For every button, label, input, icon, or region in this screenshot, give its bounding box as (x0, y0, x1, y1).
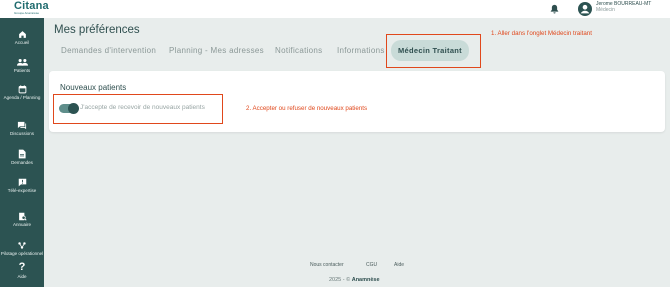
card-title: Nouveaux patients (60, 83, 127, 92)
sidebar-item-discussions[interactable]: Discussions (0, 121, 44, 136)
sidebar-item-label: Agenda / Planning (3, 95, 41, 100)
footer-link-contact[interactable]: Nous contacter (310, 262, 344, 268)
home-icon (18, 31, 26, 38)
app-logo[interactable]: Citana Groupe Anamnèse (14, 1, 49, 15)
sidebar-item-agenda[interactable]: Agenda / Planning (0, 85, 44, 100)
directory-icon (18, 212, 27, 221)
footer-link-aide[interactable]: Aide (394, 262, 404, 268)
top-bar: Citana Groupe Anamnèse Jerome BOURREAU-M… (0, 0, 670, 18)
sidebar-item-demandes[interactable]: Demandes (0, 149, 44, 165)
sidebar-item-label: Patients (13, 68, 31, 73)
help-icon: ? (18, 261, 26, 273)
avatar-icon[interactable] (578, 2, 592, 16)
sidebar-item-pilotage[interactable]: Pilotage opérationnel (0, 241, 44, 256)
user-role: Médecin (596, 6, 615, 13)
footer-link-cgu[interactable]: CGU (366, 262, 377, 268)
sidebar-item-label: Aide (17, 274, 27, 279)
sidebar-item-tele-expertise[interactable]: Télé-expertise (0, 178, 44, 193)
sidebar-item-accueil[interactable]: Accueil (0, 30, 44, 45)
footer-copyright: 2025 - © Anamnèse (329, 277, 380, 283)
sidebar-item-label: Télé-expertise (7, 188, 37, 193)
sidebar-item-label: Discussions (9, 131, 34, 136)
user-info[interactable]: Jerome BOURREAU-MT Médecin (596, 1, 651, 14)
copyright-brand[interactable]: Anamnèse (352, 277, 380, 283)
bell-icon[interactable] (550, 4, 559, 14)
logo-subtext: Groupe Anamnèse (14, 11, 40, 15)
tab-planning-adresses[interactable]: Planning - Mes adresses (169, 46, 264, 55)
sidebar-item-annuaire[interactable]: Annuaire (0, 212, 44, 227)
document-icon (18, 149, 26, 159)
tele-expertise-icon (18, 178, 26, 187)
patients-icon (16, 58, 28, 66)
sidebar-item-label: Accueil (14, 40, 30, 45)
tab-demandes-intervention[interactable]: Demandes d'intervention (61, 46, 156, 55)
copyright-text: 2025 - © (329, 277, 351, 283)
sidebar-item-label: Demandes (11, 160, 33, 165)
chat-icon (17, 121, 27, 130)
sidebar-item-aide[interactable]: ? Aide (0, 261, 44, 280)
tab-notifications[interactable]: Notifications (275, 46, 322, 55)
annotation-step-2: 2. Accepter ou refuser de nouveaux patie… (246, 105, 368, 112)
sidebar-item-label: Annuaire (12, 222, 31, 227)
tab-informations[interactable]: Informations (337, 46, 385, 55)
annotation-step-1: 1. Aller dans l'onglet Médecin traitant (491, 30, 592, 37)
page-title: Mes préférences (54, 24, 140, 36)
calendar-icon (18, 85, 26, 94)
sidebar-item-label: Pilotage opérationnel (0, 251, 44, 256)
callout-box-toggle (53, 94, 223, 124)
callout-box-tab (386, 34, 481, 68)
sidebar-item-patients[interactable]: Patients (0, 58, 44, 73)
pilotage-icon (18, 242, 26, 249)
sidebar: Accueil Patients Agenda / Planning Discu… (0, 18, 44, 287)
